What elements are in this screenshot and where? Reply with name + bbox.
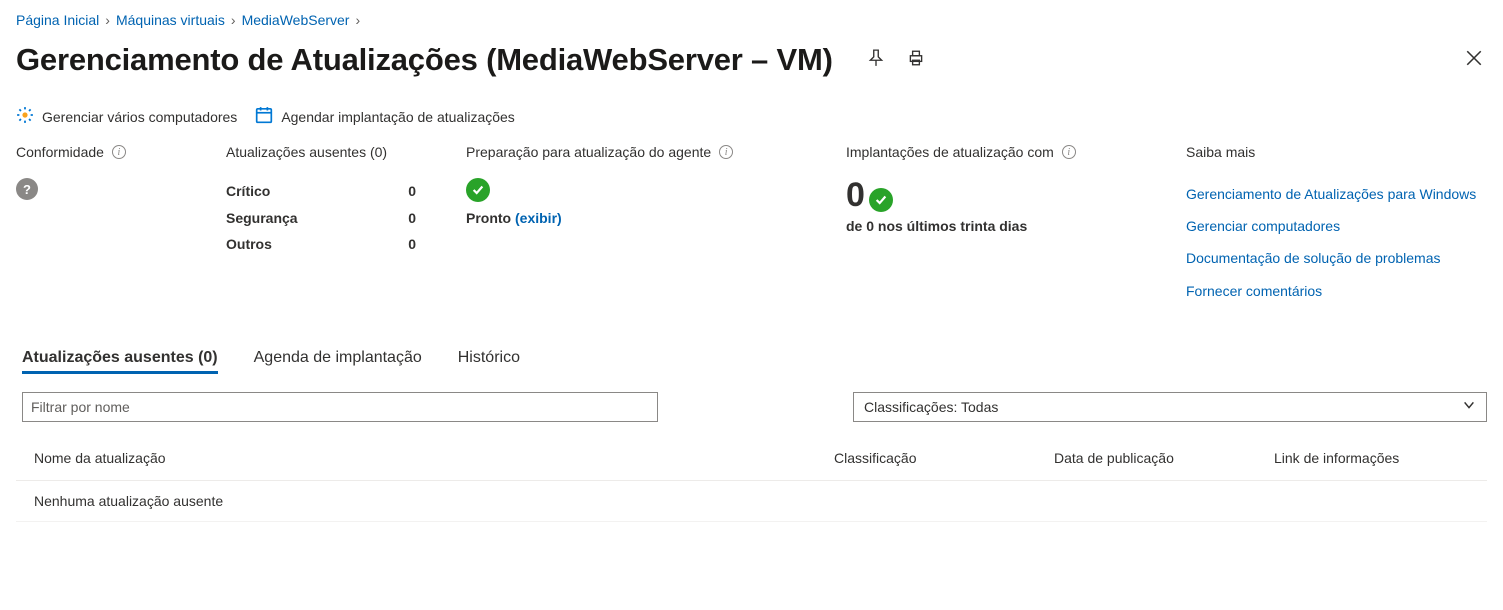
chevron-down-icon	[1462, 398, 1476, 415]
manage-multiple-button[interactable]: Gerenciar vários computadores	[16, 106, 237, 127]
agent-view-link[interactable]: (exibir)	[515, 210, 562, 226]
tab-deployment-schedule[interactable]: Agenda de implantação	[254, 349, 422, 374]
chevron-right-icon: ›	[231, 12, 236, 28]
filter-row: Classificações: Todas	[16, 392, 1487, 422]
compliance-label: Conformidade	[16, 144, 104, 160]
tab-missing-updates[interactable]: Atualizações ausentes (0)	[22, 349, 218, 374]
info-icon[interactable]: i	[719, 145, 733, 159]
learn-more-card: Saiba mais Gerenciamento de Atualizações…	[1186, 144, 1487, 307]
deployments-label: Implantações de atualização com	[846, 144, 1054, 160]
tab-history[interactable]: Histórico	[458, 349, 520, 374]
info-icon[interactable]: i	[1062, 145, 1076, 159]
security-label: Segurança	[226, 205, 298, 232]
breadcrumb: Página Inicial › Máquinas virtuais › Med…	[16, 12, 1487, 28]
chevron-right-icon: ›	[105, 12, 110, 28]
schedule-deployment-label: Agendar implantação de atualizações	[281, 109, 515, 125]
missing-updates-table: Crítico 0 Segurança 0 Outros 0	[226, 178, 416, 258]
gear-icon	[16, 106, 34, 127]
filter-name-input[interactable]	[22, 392, 658, 422]
chevron-right-icon: ›	[355, 12, 360, 28]
manage-multiple-label: Gerenciar vários computadores	[42, 109, 237, 125]
learn-link-troubleshoot[interactable]: Documentação de solução de problemas	[1186, 242, 1487, 274]
compliance-card: Conformidade i ?	[16, 144, 176, 200]
print-icon[interactable]	[907, 49, 925, 72]
others-value: 0	[408, 231, 416, 258]
summary-row: Conformidade i ? Atualizações ausentes (…	[16, 144, 1487, 307]
col-classification: Classificação	[834, 450, 1054, 466]
title-row: Gerenciamento de Atualizações (MediaWebS…	[16, 42, 1487, 78]
others-label: Outros	[226, 231, 272, 258]
breadcrumb-vms[interactable]: Máquinas virtuais	[116, 12, 225, 28]
agent-readiness-label: Preparação para atualização do agente	[466, 144, 711, 160]
agent-readiness-card: Preparação para atualização do agente i …	[466, 144, 796, 226]
classification-select-label: Classificações: Todas	[864, 399, 998, 415]
close-icon[interactable]	[1465, 49, 1487, 72]
deployments-subtext: de 0 nos últimos trinta dias	[846, 218, 1136, 234]
info-icon[interactable]: i	[112, 145, 126, 159]
pin-icon[interactable]	[867, 49, 885, 72]
breadcrumb-vm[interactable]: MediaWebServer	[242, 12, 350, 28]
learn-more-label: Saiba mais	[1186, 144, 1255, 160]
col-update-name: Nome da atualização	[34, 450, 834, 466]
security-value: 0	[408, 205, 416, 232]
missing-updates-label: Atualizações ausentes (0)	[226, 144, 387, 160]
col-publish-date: Data de publicação	[1054, 450, 1274, 466]
question-icon: ?	[16, 178, 38, 200]
missing-updates-card: Atualizações ausentes (0) Crítico 0 Segur…	[226, 144, 416, 258]
agent-ready-text: Pronto	[466, 210, 511, 226]
check-icon	[466, 178, 490, 202]
page-title: Gerenciamento de Atualizações (MediaWebS…	[16, 42, 833, 78]
learn-link-feedback[interactable]: Fornecer comentários	[1186, 275, 1487, 307]
deployments-count: 0	[846, 178, 865, 212]
col-info-link: Link de informações	[1274, 450, 1487, 466]
table-header: Nome da atualização Classificação Data d…	[16, 450, 1487, 481]
calendar-icon	[255, 106, 273, 127]
schedule-deployment-button[interactable]: Agendar implantação de atualizações	[255, 106, 515, 127]
classification-select[interactable]: Classificações: Todas	[853, 392, 1487, 422]
learn-link-computers[interactable]: Gerenciar computadores	[1186, 210, 1487, 242]
learn-link-windows[interactable]: Gerenciamento de Atualizações para Windo…	[1186, 178, 1487, 210]
critical-value: 0	[408, 178, 416, 205]
breadcrumb-home[interactable]: Página Inicial	[16, 12, 99, 28]
toolbar: Gerenciar vários computadores Agendar im…	[16, 102, 1487, 144]
check-icon	[869, 188, 893, 212]
critical-label: Crítico	[226, 178, 270, 205]
deployments-card: Implantações de atualização com i 0 de 0…	[846, 144, 1136, 234]
tabs: Atualizações ausentes (0) Agenda de impl…	[16, 349, 1487, 374]
table-empty-row: Nenhuma atualização ausente	[16, 481, 1487, 522]
